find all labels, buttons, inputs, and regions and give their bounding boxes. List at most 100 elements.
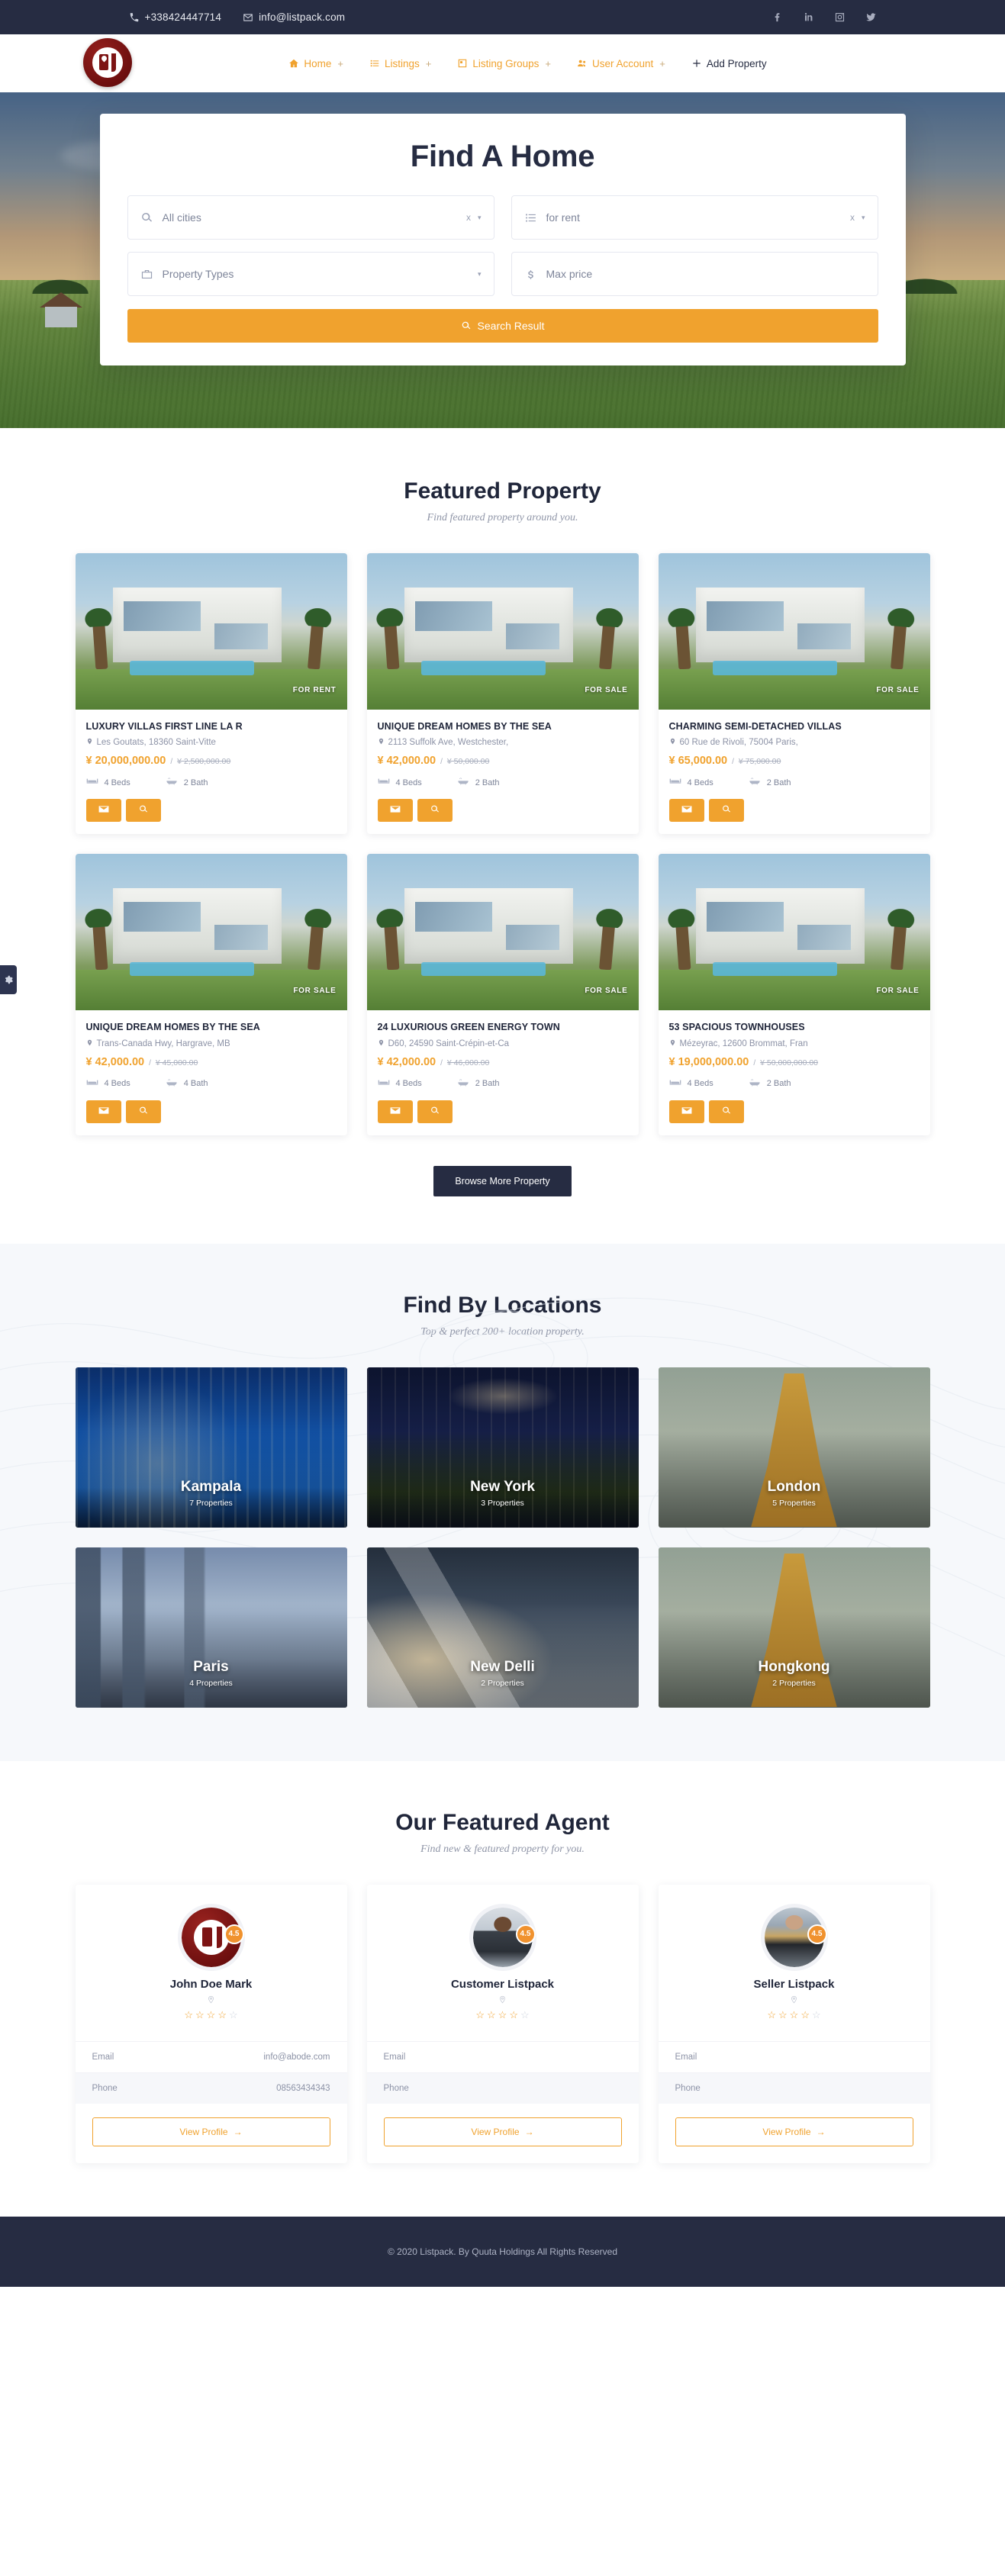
logo-glyph-icon — [98, 53, 116, 72]
location-card[interactable]: Hongkong 2 Properties — [658, 1547, 930, 1708]
chevron-down-icon: ▾ — [477, 213, 482, 221]
rating-stars: ☆ ☆ ☆ ☆ ☆ — [384, 2009, 622, 2021]
property-image[interactable]: FOR SALE — [658, 854, 930, 1011]
view-details-button[interactable] — [125, 799, 161, 823]
envelope-icon — [243, 12, 253, 23]
property-card[interactable]: FOR RENT LUXURY VILLAS FIRST LINE LA R L… — [75, 553, 347, 835]
view-details-button[interactable] — [417, 1100, 453, 1123]
email-label: Email — [383, 2052, 406, 2062]
nav-item-home[interactable]: Home + — [288, 58, 343, 69]
gear-icon — [5, 975, 13, 984]
view-details-button[interactable] — [125, 1100, 161, 1123]
contact-agent-button[interactable] — [85, 799, 121, 823]
chevron-down-icon: ▾ — [477, 269, 482, 278]
property-card[interactable]: FOR SALE UNIQUE DREAM HOMES BY THE SEA 2… — [366, 553, 639, 835]
star-icon: ☆ — [811, 2008, 821, 2021]
bath-icon — [166, 777, 178, 788]
view-details-button[interactable] — [417, 799, 453, 823]
property-image[interactable]: FOR SALE — [366, 854, 639, 1011]
nav-item-user-account[interactable]: User Account + — [577, 58, 665, 69]
location-card[interactable]: New York 3 Properties — [366, 1367, 639, 1528]
map-pin-icon — [384, 1995, 622, 2004]
original-price: ¥ 2,500,000.00 — [177, 757, 231, 767]
map-pin-icon — [378, 1038, 385, 1049]
site-footer: © 2020 Listpack. By Quuta Holdings All R… — [0, 2216, 1005, 2287]
beds-text: 4 Beds — [687, 778, 713, 787]
location-card[interactable]: New Delli 2 Properties — [366, 1547, 639, 1708]
view-profile-button[interactable]: View Profile → — [675, 2117, 913, 2146]
view-details-button[interactable] — [708, 799, 744, 823]
facebook-icon[interactable] — [771, 11, 783, 23]
bed-icon — [86, 1078, 98, 1090]
view-details-button[interactable] — [708, 1100, 744, 1123]
twitter-icon[interactable] — [865, 11, 877, 23]
contact-agent-button[interactable] — [668, 799, 704, 823]
status-select[interactable]: for rent x ▾ — [511, 195, 878, 240]
property-card[interactable]: FOR SALE 53 SPACIOUS TOWNHOUSES Mézeyrac… — [658, 854, 930, 1135]
rating-stars: ☆ ☆ ☆ ☆ ☆ — [92, 2009, 330, 2021]
palm-tree-shape — [599, 615, 617, 670]
contact-agent-button[interactable] — [85, 1100, 121, 1123]
view-profile-label: View Profile — [471, 2126, 520, 2137]
star-icon: ☆ — [509, 2008, 518, 2021]
max-price-input[interactable]: Max price — [511, 252, 878, 296]
view-profile-button[interactable]: View Profile → — [383, 2117, 622, 2146]
phone-contact[interactable]: +338424447714 — [129, 11, 222, 23]
settings-side-tab[interactable] — [0, 965, 17, 994]
clear-icon[interactable]: x — [850, 212, 855, 223]
property-image[interactable]: FOR SALE — [75, 854, 347, 1011]
contact-agent-button[interactable] — [668, 1100, 704, 1123]
location-card[interactable]: London 5 Properties — [658, 1367, 930, 1528]
contact-agent-button[interactable] — [377, 1100, 413, 1123]
property-card[interactable]: FOR SALE CHARMING SEMI-DETACHED VILLAS 6… — [658, 553, 930, 835]
nav-item-add-property[interactable]: Add Property — [691, 58, 767, 69]
nav-label-home: Home — [304, 57, 332, 69]
email-contact[interactable]: info@listpack.com — [243, 11, 345, 23]
beds-text: 4 Beds — [395, 778, 422, 787]
nav-item-listing-groups[interactable]: Listing Groups + — [457, 58, 551, 69]
palm-tree-shape — [675, 916, 691, 971]
location-card[interactable]: Kampala 7 Properties — [75, 1367, 347, 1528]
search-result-button[interactable]: Search Result — [127, 309, 878, 343]
site-logo[interactable] — [82, 38, 134, 89]
featured-agents-section: Our Featured Agent Find new & featured p… — [0, 1760, 1005, 2217]
villa-shape — [404, 588, 574, 663]
bed-icon — [669, 777, 681, 788]
browse-more-button[interactable]: Browse More Property — [433, 1165, 572, 1196]
clear-icon[interactable]: x — [466, 212, 471, 223]
logo-ring — [82, 38, 132, 87]
palm-tree-shape — [891, 916, 908, 971]
instagram-icon[interactable] — [834, 11, 846, 23]
location-grid: Kampala 7 Properties New York 3 Properti… — [75, 1367, 930, 1708]
property-type-value: Property Types — [162, 268, 234, 280]
location-name: Paris — [193, 1658, 229, 1675]
search-icon — [138, 1106, 149, 1118]
star-icon: ☆ — [498, 2008, 507, 2021]
beds-info: 4 Beds — [378, 777, 422, 788]
property-image[interactable]: FOR RENT — [75, 553, 347, 710]
locations-section: Find By Locations Top & perfect 200+ loc… — [0, 1243, 1005, 1761]
palm-tree-shape — [383, 916, 400, 971]
star-icon: ☆ — [800, 2008, 810, 2021]
linkedin-icon[interactable] — [803, 11, 814, 23]
palm-tree-shape — [92, 615, 108, 670]
property-image[interactable]: FOR SALE — [658, 553, 930, 710]
contact-agent-button[interactable] — [377, 799, 413, 823]
property-image[interactable]: FOR SALE — [366, 553, 639, 710]
baths-info: 2 Bath — [457, 1078, 500, 1090]
property-address: Mézeyrac, 12600 Brommat, Fran — [669, 1038, 920, 1049]
property-actions — [85, 1100, 337, 1123]
property-card[interactable]: FOR SALE 24 LUXURIOUS GREEN ENERGY TOWN … — [366, 854, 639, 1135]
location-card[interactable]: Paris 4 Properties — [75, 1547, 347, 1708]
city-select[interactable]: All cities x ▾ — [127, 195, 494, 240]
view-profile-button[interactable]: View Profile → — [92, 2117, 330, 2146]
property-card[interactable]: FOR SALE UNIQUE DREAM HOMES BY THE SEA T… — [75, 854, 347, 1135]
location-name: Hongkong — [758, 1658, 830, 1675]
bed-icon — [378, 1078, 390, 1090]
nav-item-listings[interactable]: Listings + — [369, 58, 431, 69]
property-type-select[interactable]: Property Types ▾ — [127, 252, 494, 296]
map-pin-icon — [378, 737, 385, 748]
avatar: 4.5 — [764, 1907, 827, 1967]
location-name: Kampala — [180, 1478, 242, 1495]
beds-text: 4 Beds — [104, 1079, 130, 1088]
